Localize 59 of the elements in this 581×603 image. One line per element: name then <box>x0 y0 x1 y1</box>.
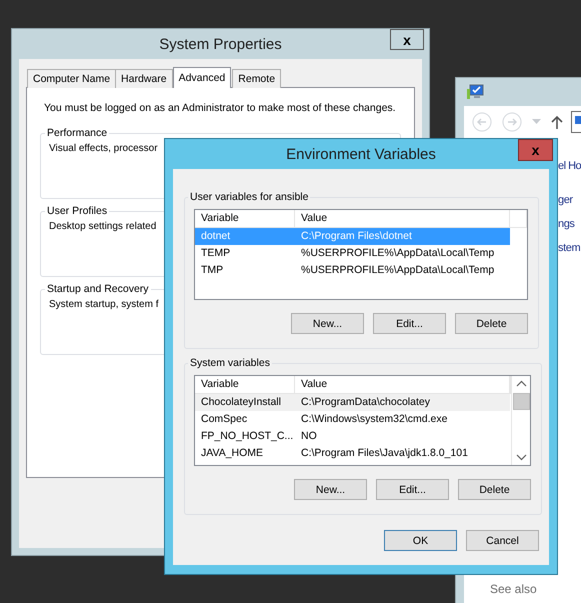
list-row[interactable]: JAVA_HOME C:\Program Files\Java\jdk1.8.0_101 <box>195 445 510 462</box>
scrollbar-thumb[interactable] <box>512 393 530 410</box>
scrollbar[interactable] <box>511 376 530 465</box>
variables-list[interactable]: Variable Value dotnet C:\Program Files\dotnet TEMP %USERPROFILE%\AppData\Local\Temp TMP %USERPROFILE%\AppData\Local\Temp <box>194 209 528 300</box>
group-description: System startup, system f <box>49 299 158 310</box>
variable-value: C:\Program Files\dotnet <box>300 229 413 244</box>
group-description: Visual effects, processor <box>49 143 158 154</box>
variable-name: TEMP <box>200 246 232 261</box>
list-row[interactable]: TEMP %USERPROFILE%\AppData\Local\Temp <box>195 245 510 262</box>
group-description: Desktop settings related <box>49 221 156 232</box>
back-icon[interactable] <box>472 112 492 132</box>
group-title: System variables <box>189 357 271 369</box>
list-row[interactable]: ComSpec C:\Windows\system32\cmd.exe <box>195 411 510 428</box>
variable-value: NO <box>300 429 318 444</box>
dialog-button[interactable]: Edit... <box>373 313 446 334</box>
group-title: Performance <box>46 127 108 139</box>
notice-text: You must be logged on as an Administrator to make most of these changes. <box>43 102 396 114</box>
tab[interactable]: Computer Name <box>27 69 116 88</box>
variable-name: ChocolateyInstall <box>200 395 282 410</box>
forward-icon[interactable] <box>502 112 522 132</box>
dropdown-icon[interactable] <box>532 119 541 125</box>
variable-value: C:\Windows\system32\cmd.exe <box>300 412 448 427</box>
variables-list[interactable]: Variable Value ChocolateyInstall C:\ProgramData\chocolatey ComSpec C:\Windows\system32\cmd.exe FP_NO_HOST_C... NO JAVA_HOME C:\Program Files\Java\jdk1.8.0_101 <box>194 375 531 466</box>
dialog-button[interactable]: Delete <box>458 479 531 500</box>
dialog-button[interactable]: New... <box>291 313 364 334</box>
group-title: User Profiles <box>46 205 108 217</box>
variable-value: C:\Program Files\Java\jdk1.8.0_101 <box>300 446 469 461</box>
dialog-button[interactable]: New... <box>294 479 367 500</box>
variable-value: %USERPROFILE%\AppData\Local\Temp <box>300 246 496 261</box>
close-button[interactable]: x <box>390 29 424 50</box>
variable-name: dotnet <box>200 229 232 244</box>
sidebar-link[interactable]: ngs <box>558 212 575 236</box>
tab[interactable]: Remote <box>232 69 282 88</box>
variable-name: ComSpec <box>200 412 248 427</box>
dialog-button[interactable]: OK <box>384 530 457 551</box>
variable-name: JAVA_HOME <box>200 446 264 461</box>
sidebar-link[interactable]: stem <box>558 236 580 260</box>
window-title: Environment Variables <box>286 146 436 162</box>
sidebar-link[interactable]: ger <box>558 188 573 212</box>
variable-value: C:\ProgramData\chocolatey <box>300 395 431 410</box>
group-title: Startup and Recovery <box>46 283 150 295</box>
tab[interactable]: Hardware <box>115 69 173 88</box>
group-title: User variables for ansible <box>189 191 310 203</box>
list-row[interactable]: FP_NO_HOST_C... NO <box>195 428 510 445</box>
variable-name: TMP <box>200 263 224 278</box>
close-button[interactable]: x <box>518 139 553 161</box>
dialog-button[interactable]: Cancel <box>466 530 539 551</box>
window-title: System Properties <box>159 36 282 52</box>
empty-column-header <box>510 210 527 228</box>
list-row[interactable]: TMP %USERPROFILE%\AppData\Local\Temp <box>195 262 510 279</box>
dialog-button[interactable]: Delete <box>455 313 528 334</box>
variable-value: %USERPROFILE%\AppData\Local\Temp <box>300 263 496 278</box>
tab[interactable]: Advanced <box>172 67 232 88</box>
see-also-heading: See also <box>490 582 537 596</box>
up-arrow-icon[interactable] <box>551 115 563 129</box>
variable-name: FP_NO_HOST_C... <box>200 429 294 444</box>
sidebar-link[interactable]: el Ho <box>558 156 581 176</box>
list-row[interactable]: ChocolateyInstall C:\ProgramData\chocolatey <box>195 394 510 411</box>
dialog-button[interactable]: Edit... <box>376 479 449 500</box>
